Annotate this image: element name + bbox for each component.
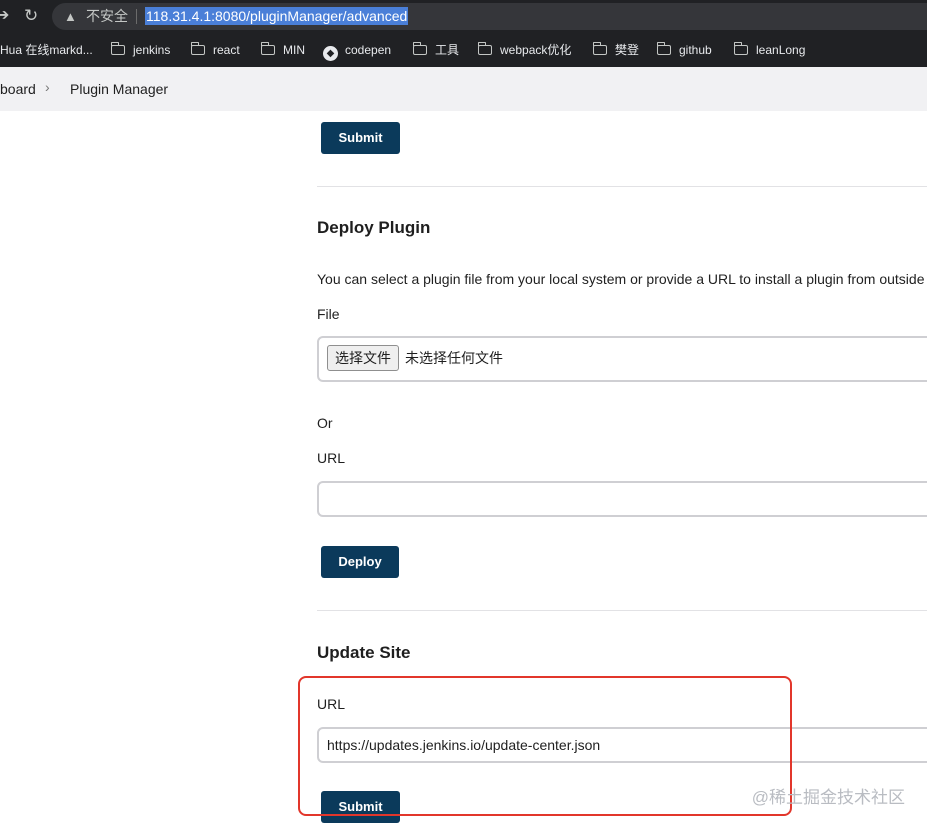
address-bar[interactable]: ▲ 不安全 118.31.4.1:8080/pluginManager/adva… xyxy=(52,3,927,30)
bookmark-label: 工具 xyxy=(435,43,460,57)
browser-chrome: ➔ ↻ ▲ 不安全 118.31.4.1:8080/pluginManager/… xyxy=(0,0,927,67)
address-separator xyxy=(136,9,137,24)
main-content: Submit Deploy Plugin You can select a pl… xyxy=(0,111,927,828)
codepen-icon: ◆ xyxy=(323,46,338,61)
bookmark-label: Hua 在线markd... xyxy=(0,43,93,57)
file-input[interactable]: 选择文件 未选择任何文件 xyxy=(317,336,927,382)
folder-icon xyxy=(656,42,671,55)
warning-triangle-icon[interactable]: ▲ xyxy=(64,7,77,26)
bookmark-label: codepen xyxy=(345,43,392,57)
file-status-text: 未选择任何文件 xyxy=(405,350,503,366)
bookmark-item[interactable]: jenkins xyxy=(110,40,171,60)
watermark: @稀土掘金技术社区 xyxy=(751,788,905,807)
reload-icon[interactable]: ↻ xyxy=(24,5,38,27)
choose-file-button[interactable]: 选择文件 xyxy=(327,345,399,371)
insecure-label[interactable]: 不安全 xyxy=(86,7,128,26)
or-label: Or xyxy=(317,415,333,431)
bookmark-item[interactable]: ◆ codepen xyxy=(323,40,392,61)
deploy-plugin-title: Deploy Plugin xyxy=(317,218,431,237)
deploy-description: You can select a plugin file from your l… xyxy=(317,271,927,287)
file-label: File xyxy=(317,306,340,322)
highlight-annotation xyxy=(298,676,792,816)
bookmark-item[interactable]: github xyxy=(656,40,712,60)
bookmark-item[interactable]: react xyxy=(190,40,240,60)
url-text[interactable]: 118.31.4.1:8080/pluginManager/advanced xyxy=(145,7,409,25)
deploy-url-label: URL xyxy=(317,450,346,466)
deploy-url-input[interactable] xyxy=(317,481,927,517)
bookmark-item[interactable]: MIN xyxy=(260,40,305,60)
deploy-button[interactable]: Deploy xyxy=(321,546,399,578)
bookmark-item[interactable]: webpack优化 xyxy=(477,40,572,60)
bookmark-label: webpack优化 xyxy=(500,43,572,57)
bookmarks-bar: Hua 在线markd... jenkins react MIN ◆ codepe… xyxy=(0,33,927,67)
bookmark-item[interactable]: 工具 xyxy=(412,40,460,60)
forward-arrow-icon[interactable]: ➔ xyxy=(0,5,9,27)
folder-icon xyxy=(260,42,275,55)
breadcrumb-plugin-manager-link[interactable]: Plugin Manager xyxy=(70,80,168,98)
bookmark-label: react xyxy=(213,43,240,57)
folder-icon xyxy=(190,42,205,55)
bookmark-label: jenkins xyxy=(133,43,171,57)
chevron-right-icon: › xyxy=(45,79,50,95)
folder-icon xyxy=(110,42,125,55)
section-divider xyxy=(317,186,927,187)
submit-button[interactable]: Submit xyxy=(321,122,400,154)
bookmark-item[interactable]: Hua 在线markd... xyxy=(0,40,93,60)
breadcrumb: board › Plugin Manager xyxy=(0,67,927,111)
bookmark-label: github xyxy=(679,43,712,57)
folder-icon xyxy=(592,42,607,55)
section-divider xyxy=(317,610,927,611)
browser-toolbar: ➔ ↻ ▲ 不安全 118.31.4.1:8080/pluginManager/… xyxy=(0,0,927,33)
folder-icon xyxy=(477,42,492,55)
bookmark-label: MIN xyxy=(283,43,305,57)
bookmark-label: leanLong xyxy=(756,43,806,57)
bookmark-item[interactable]: leanLong xyxy=(733,40,806,60)
breadcrumb-dashboard-link[interactable]: board xyxy=(0,80,36,98)
folder-icon xyxy=(412,42,427,55)
bookmark-item[interactable]: 樊登 xyxy=(592,40,640,60)
update-site-title: Update Site xyxy=(317,643,411,662)
folder-icon xyxy=(733,42,748,55)
bookmark-label: 樊登 xyxy=(615,43,640,57)
